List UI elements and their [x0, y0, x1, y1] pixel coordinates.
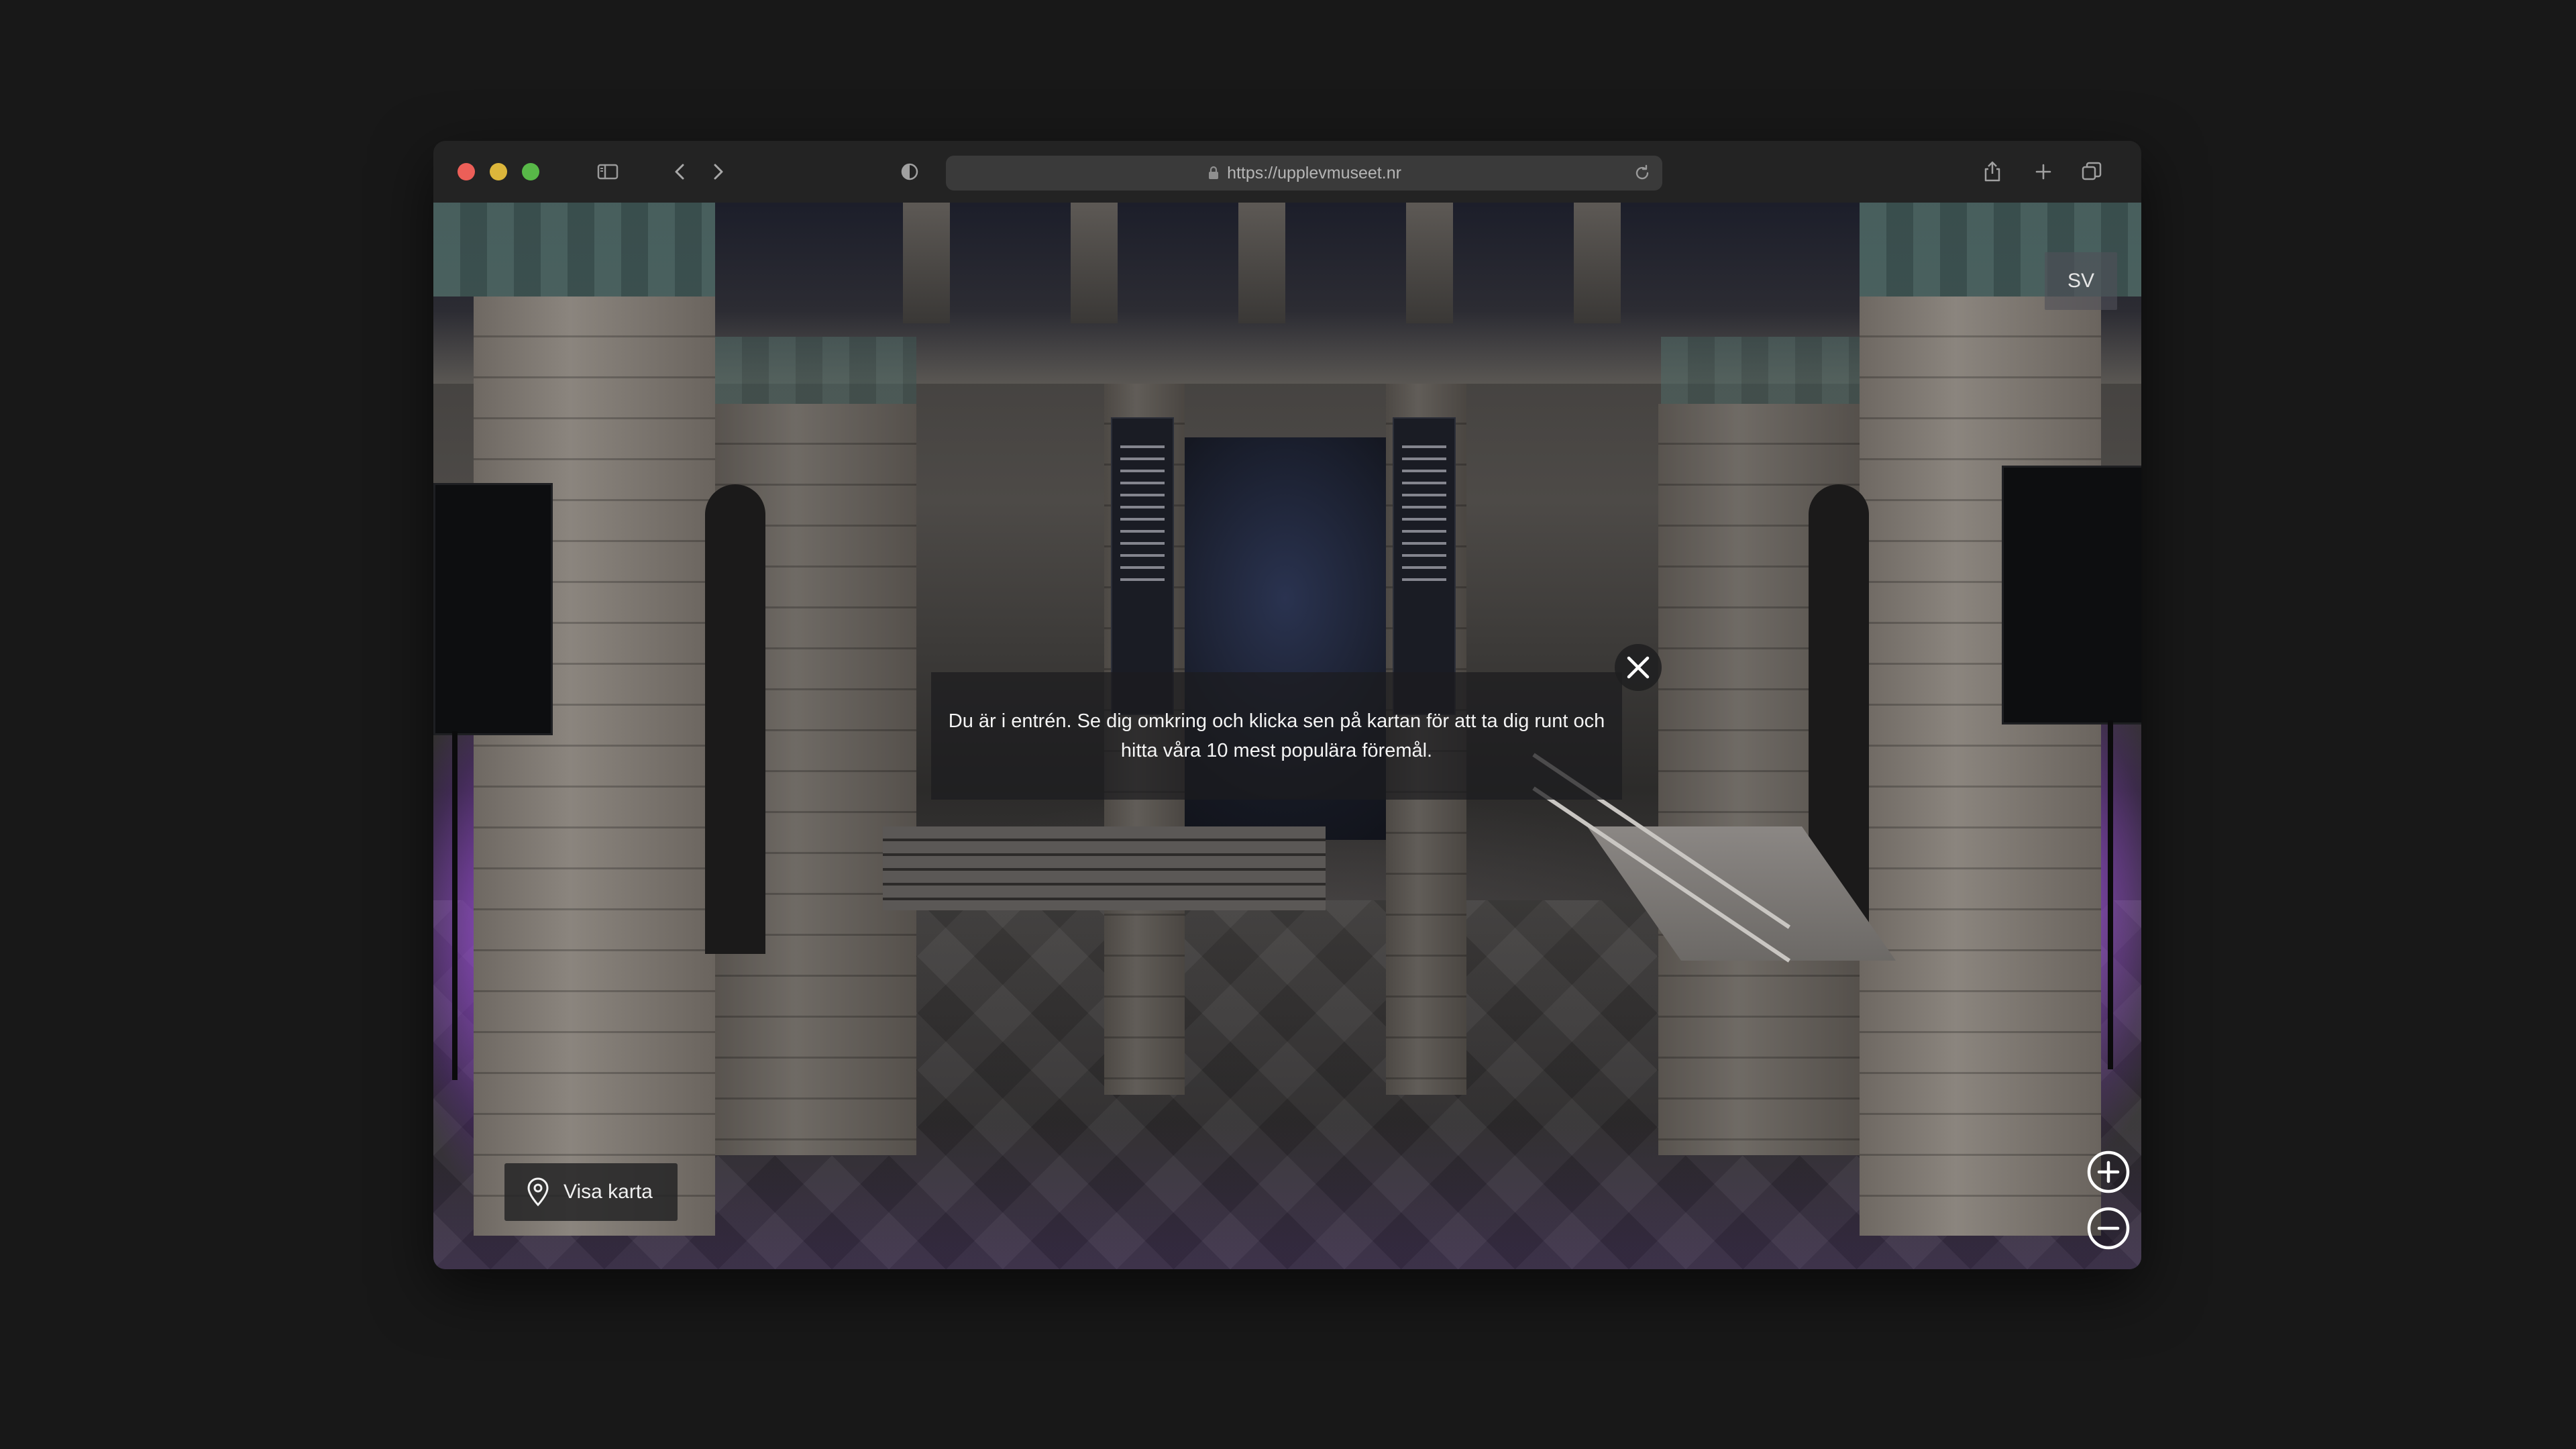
show-map-label: Visa karta [564, 1181, 653, 1203]
display-screen-left [433, 483, 553, 735]
welcome-info-box: Du är i entrén. Se dig omkring och klick… [931, 672, 1622, 800]
minus-circle-icon [2087, 1207, 2130, 1250]
close-window-button[interactable] [458, 163, 475, 180]
share-icon[interactable] [1979, 158, 2006, 185]
back-icon[interactable] [667, 158, 694, 185]
display-screen-right [2002, 466, 2141, 724]
address-bar[interactable]: https://upplevmuseet.nr [946, 156, 1662, 191]
pillar-left [474, 297, 715, 1236]
zoom-in-button[interactable] [2086, 1150, 2131, 1194]
tab-overview-icon[interactable] [2078, 158, 2105, 185]
language-switch-button[interactable]: SV [2045, 252, 2117, 310]
info-banner-right [1393, 417, 1456, 715]
privacy-shield-icon[interactable] [896, 158, 923, 185]
forward-icon[interactable] [704, 158, 731, 185]
maximize-window-button[interactable] [522, 163, 539, 180]
browser-toolbar: https://upplevmuseet.nr [433, 141, 2141, 203]
close-info-button[interactable] [1615, 644, 1662, 691]
new-tab-icon[interactable] [2030, 158, 2057, 185]
close-icon [1627, 656, 1650, 679]
show-map-button[interactable]: Visa karta [504, 1163, 678, 1221]
lock-icon [1209, 166, 1219, 179]
browser-window: https://upplevmuseet.nr SV Du är i entré… [433, 141, 2141, 1269]
sidebar-icon[interactable] [594, 158, 621, 185]
welcome-info-text: Du är i entrén. Se dig omkring och klick… [948, 710, 1605, 761]
reload-icon[interactable] [1631, 162, 1653, 184]
pillar-right [1860, 297, 2101, 1236]
panorama-viewer[interactable]: SV Du är i entrén. Se dig omkring och kl… [433, 203, 2141, 1269]
plus-circle-icon [2087, 1150, 2130, 1193]
map-pin-icon [527, 1177, 549, 1207]
minimize-window-button[interactable] [490, 163, 507, 180]
entrance-stairs [883, 826, 1326, 910]
frieze-left [433, 203, 715, 297]
url-text: https://upplevmuseet.nr [1227, 163, 1401, 182]
zoom-out-button[interactable] [2086, 1206, 2131, 1250]
info-banner-left [1111, 417, 1174, 715]
